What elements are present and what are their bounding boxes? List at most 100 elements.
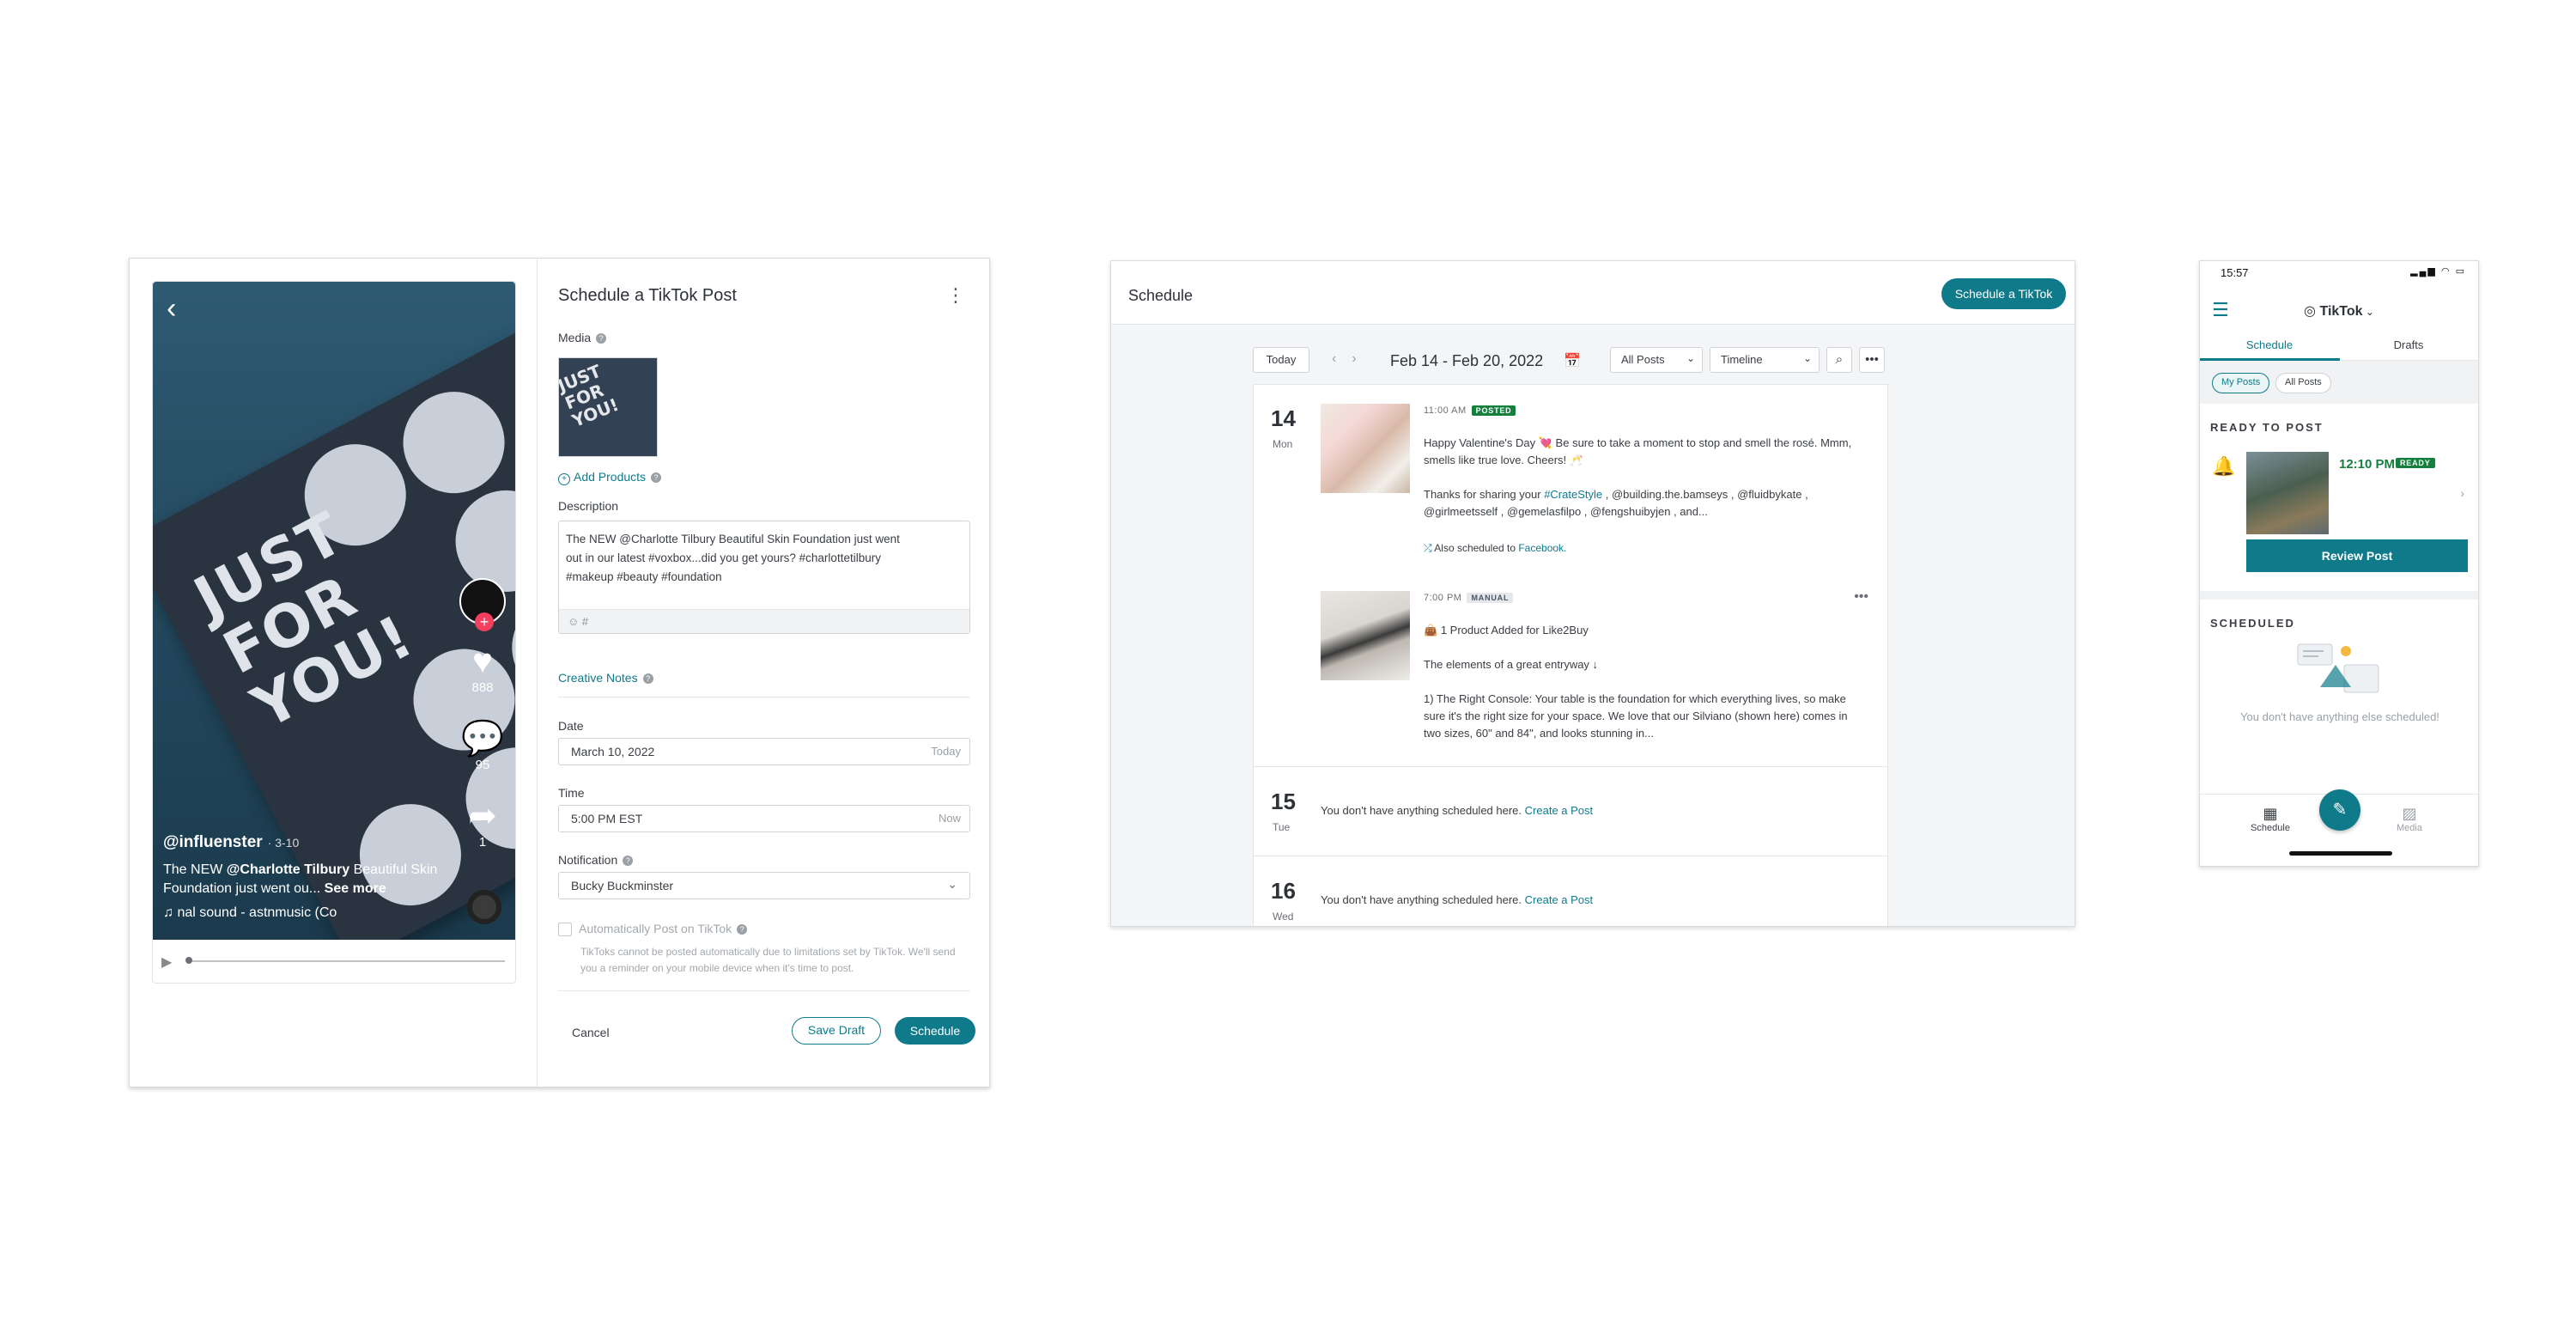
creator-avatar[interactable]: +	[457, 578, 508, 631]
description-text[interactable]: The NEW @Charlotte Tilbury Beautiful Ski…	[559, 521, 920, 595]
media-thumbnail[interactable]: JUST FOR YOU!	[558, 357, 658, 457]
help-icon[interactable]: ?	[651, 472, 662, 484]
time-field[interactable]: 5:00 PM EST Now	[558, 805, 970, 832]
chevron-left-icon[interactable]: ‹	[1332, 351, 1352, 366]
mobile-header: ☰ ◎ TikTok ⌄	[2200, 295, 2478, 330]
schedule-view: Schedule Schedule a TikTok Today ‹› Feb …	[1110, 260, 2075, 927]
modal-title: Schedule a TikTok Post	[558, 286, 737, 305]
schedule-tiktok-button[interactable]: Schedule a TikTok	[1941, 278, 2066, 309]
nav-schedule[interactable]: ▦ Schedule	[2236, 805, 2305, 833]
see-more-link[interactable]: See more	[320, 881, 386, 896]
view-select[interactable]: Timeline ⌄	[1710, 347, 1820, 373]
compose-button[interactable]: ✎	[2319, 789, 2360, 831]
caption-mention[interactable]: @Charlotte Tilbury	[227, 862, 349, 877]
hashtag-link[interactable]: #CrateStyle	[1544, 488, 1602, 501]
video-preview: JUST FOR YOU! ‹ + ♥ 888 💬 95 ➦ 1 @influe…	[152, 281, 516, 984]
more-icon: •••	[1865, 352, 1879, 367]
time-value: 5:00 PM EST	[571, 812, 643, 825]
schedule-button[interactable]: Schedule	[895, 1017, 975, 1045]
help-icon[interactable]: ?	[737, 924, 748, 935]
description-textarea[interactable]: The NEW @Charlotte Tilbury Beautiful Ski…	[558, 521, 970, 634]
post-caption: 1) The Right Console: Your table is the …	[1424, 692, 1848, 740]
description-label: Description	[558, 499, 619, 513]
date-range: Feb 14 - Feb 20, 2022	[1390, 352, 1544, 369]
empty-calendar-illustration	[2297, 643, 2379, 693]
chevron-right-icon[interactable]: ›	[1352, 351, 1371, 366]
filter-chips: My Posts All Posts	[2200, 361, 2478, 404]
post-thumbnail[interactable]	[2246, 452, 2329, 534]
chip-my-posts[interactable]: My Posts	[2212, 373, 2270, 393]
cancel-button[interactable]: Cancel	[572, 1026, 610, 1039]
chevron-right-icon[interactable]: ›	[2460, 486, 2464, 500]
day-name: Mon	[1273, 438, 1293, 450]
post-thumbnail[interactable]	[1321, 591, 1410, 680]
day-name: Tue	[1273, 821, 1291, 833]
description-toolbar[interactable]: ☺ #	[559, 609, 969, 633]
creative-notes-link[interactable]: Creative Notes?	[558, 671, 653, 685]
empty-day-message: You don't have anything scheduled here. …	[1321, 893, 1594, 906]
thumbnail-lettering: JUST FOR YOU!	[558, 360, 622, 432]
shopping-bag-icon: 👜	[1424, 624, 1441, 637]
follow-plus-icon[interactable]: +	[475, 612, 494, 631]
post-time: 11:00 AM POSTED	[1424, 405, 1516, 417]
notification-value: Bucky Buckminster	[571, 879, 674, 892]
auto-post-checkbox[interactable]	[558, 923, 572, 937]
image-icon: ▨	[2402, 805, 2417, 822]
date-today-shortcut[interactable]: Today	[931, 745, 961, 758]
chip-all-posts[interactable]: All Posts	[2275, 373, 2331, 393]
empty-day-message: You don't have anything scheduled here. …	[1321, 804, 1594, 817]
share-button[interactable]: ➦ 1	[457, 797, 508, 850]
help-icon[interactable]: ?	[642, 673, 653, 685]
mobile-tabs: Schedule Drafts	[2200, 330, 2478, 361]
nav-media[interactable]: ▨ Media	[2375, 805, 2444, 833]
sound-label[interactable]: ♫ nal sound - astnmusic (Co	[163, 904, 447, 923]
add-products-link[interactable]: + Add Products?	[558, 470, 662, 485]
comment-button[interactable]: 💬 95	[457, 720, 508, 772]
seek-bar[interactable]	[187, 960, 505, 962]
account-switcher[interactable]: ◎ TikTok ⌄	[2200, 302, 2478, 320]
today-button[interactable]: Today	[1253, 347, 1309, 373]
post-caption: Happy Valentine's Day 💘 Be sure to take …	[1424, 436, 1852, 466]
help-icon[interactable]: ?	[596, 333, 607, 344]
create-post-link[interactable]: Create a Post	[1525, 893, 1594, 906]
facebook-link[interactable]: Facebook.	[1518, 542, 1566, 554]
comment-count: 95	[475, 758, 490, 772]
auto-post-option[interactable]: Automatically Post on TikTok?	[558, 922, 748, 937]
post-thanks: Thanks for sharing your #CrateStyle , @b…	[1424, 488, 1808, 518]
back-arrow-icon[interactable]: ‹	[167, 292, 176, 326]
time-now-shortcut[interactable]: Now	[939, 812, 961, 825]
scheduled-section-title: SCHEDULED	[2210, 617, 2295, 630]
post-thumbnail[interactable]	[1321, 404, 1410, 493]
shuffle-icon: ⤮	[1424, 542, 1435, 554]
posts-filter-select[interactable]: All Posts ⌄	[1610, 347, 1703, 373]
chevron-down-icon: ⌄	[2362, 306, 2374, 318]
notification-select[interactable]: Bucky Buckminster ⌄	[558, 872, 970, 899]
video-player[interactable]: JUST FOR YOU! ‹ + ♥ 888 💬 95 ➦ 1 @influe…	[153, 282, 515, 940]
search-button[interactable]: ⌕	[1826, 347, 1852, 373]
review-post-button[interactable]: Review Post	[2246, 539, 2468, 572]
also-scheduled: ⤮ Also scheduled to Facebook.	[1424, 542, 1567, 554]
post-headline: The elements of a great entryway ↓	[1424, 658, 1599, 671]
more-button[interactable]: •••	[1859, 347, 1885, 373]
schedule-form: Schedule a TikTok Post ⋮ Media? JUST FOR…	[538, 259, 991, 1087]
page-title: Schedule	[1128, 287, 1194, 304]
save-draft-button[interactable]: Save Draft	[792, 1017, 881, 1045]
like-button[interactable]: ♥ 888	[457, 643, 508, 695]
share-count: 1	[478, 835, 487, 850]
more-options-icon[interactable]: ⋮	[946, 284, 965, 307]
play-icon[interactable]: ▶	[161, 953, 172, 971]
tab-drafts[interactable]: Drafts	[2339, 338, 2478, 351]
seek-handle[interactable]	[185, 957, 192, 964]
bell-icon: 🔔	[2212, 455, 2236, 477]
date-field[interactable]: March 10, 2022 Today	[558, 738, 970, 765]
calendar-icon[interactable]: 📅	[1564, 352, 1581, 369]
create-post-link[interactable]: Create a Post	[1525, 804, 1594, 817]
help-icon[interactable]: ?	[623, 856, 634, 867]
notification-label: Notification?	[558, 853, 634, 867]
music-disc-icon[interactable]	[467, 890, 501, 924]
tab-schedule[interactable]: Schedule	[2200, 338, 2339, 351]
post-more-icon[interactable]: •••	[1854, 589, 1868, 605]
section-divider	[2200, 591, 2478, 600]
auto-post-note: TikToks cannot be posted automatically d…	[580, 946, 956, 974]
day-number: 14	[1271, 405, 1296, 431]
